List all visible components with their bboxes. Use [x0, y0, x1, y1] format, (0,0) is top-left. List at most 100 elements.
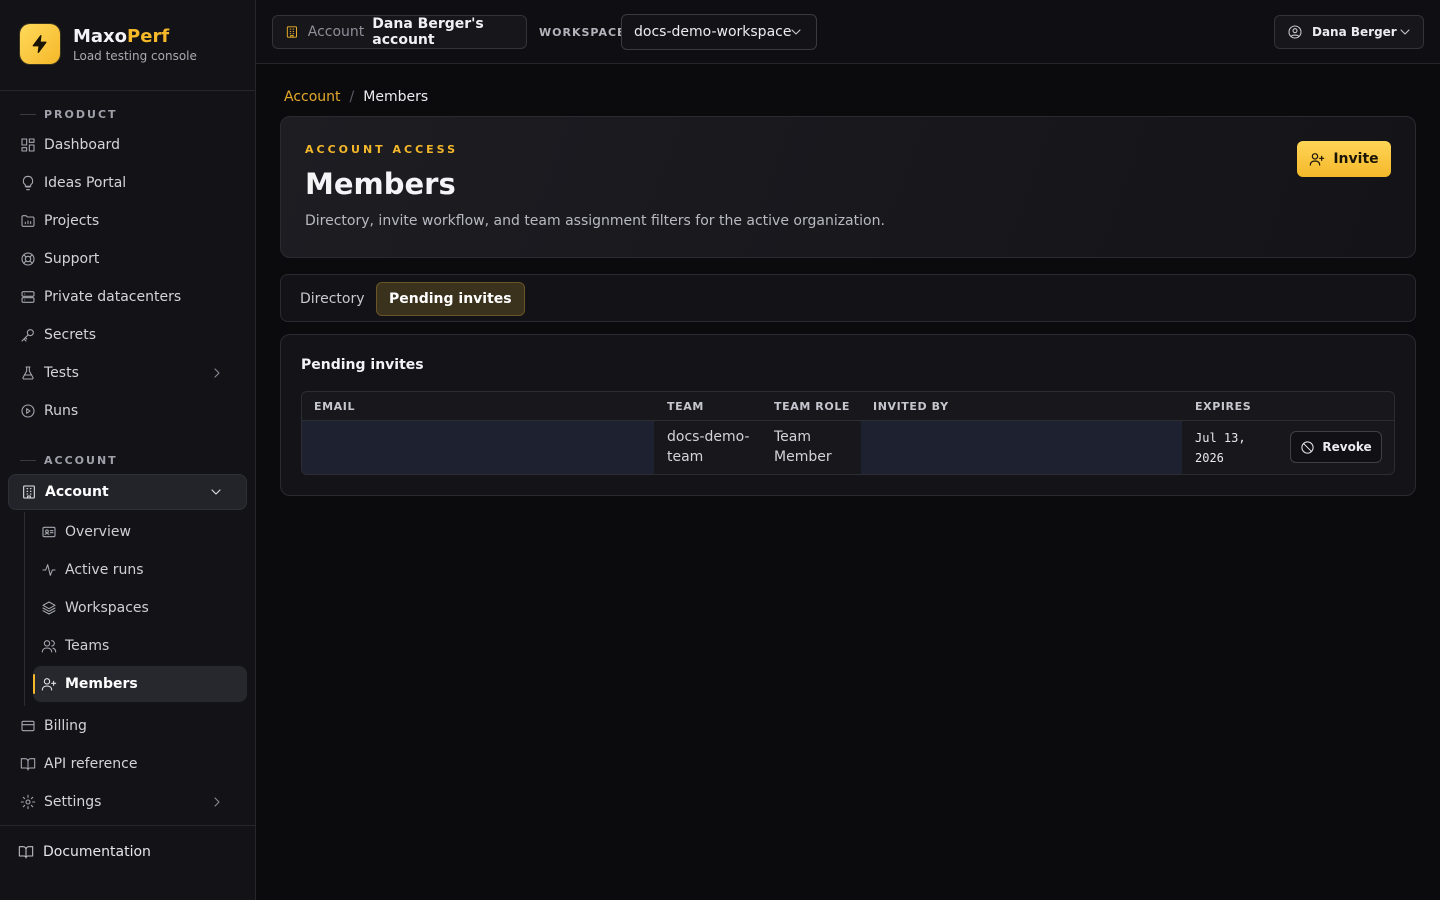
sidebar-item-label: Overview — [65, 524, 131, 540]
layers-icon — [42, 601, 56, 615]
revoke-button[interactable]: Revoke — [1290, 431, 1382, 463]
server-icon — [21, 291, 35, 303]
sidebar-item-label: Secrets — [44, 327, 97, 343]
sidebar-item-label: Workspaces — [65, 600, 149, 616]
user-menu-button[interactable]: Dana Berger — [1274, 15, 1424, 49]
brand[interactable]: MaxoPerf Load testing console — [20, 24, 197, 64]
topbar: Account Dana Berger's account WORKSPACE … — [256, 0, 1440, 64]
sidebar-item-label: Support — [44, 251, 100, 267]
brand-name: MaxoPerf — [73, 25, 170, 47]
sidebar-item-label: Settings — [44, 794, 102, 810]
tab-directory[interactable]: Directory — [288, 282, 377, 316]
sidebar-item-label: Teams — [65, 638, 110, 654]
section-label-account: ACCOUNT — [20, 454, 118, 467]
user-circle-icon — [1288, 25, 1302, 39]
documentation-link[interactable]: Documentation — [18, 844, 151, 860]
play-circle-icon — [21, 404, 35, 418]
folder-icon — [21, 215, 35, 227]
key-icon — [21, 329, 34, 342]
revoke-button-label: Revoke — [1322, 440, 1372, 454]
panel-title: Pending invites — [301, 357, 424, 373]
breadcrumb-separator: / — [349, 89, 355, 105]
sidebar-item-label: Tests — [44, 365, 79, 381]
lightbulb-icon — [22, 175, 34, 191]
chevron-down-icon[interactable] — [208, 484, 224, 500]
sidebar-item-label: Active runs — [65, 562, 144, 578]
tab-pending-invites[interactable]: Pending invites — [376, 282, 525, 316]
divider — [0, 90, 256, 91]
sidebar-item-private-datacenters[interactable]: Private datacenters — [8, 279, 247, 315]
lifebuoy-icon — [21, 252, 35, 266]
cell-team-role: Team Member — [774, 429, 832, 465]
sidebar-item-support[interactable]: Support — [8, 241, 247, 277]
sidebar-item-label: Account — [45, 484, 109, 500]
column-header-team-role: TEAM ROLE — [774, 400, 851, 413]
cell-invited-by — [861, 421, 1182, 474]
sidebar-group-account[interactable]: Account — [8, 474, 247, 510]
credit-card-icon — [21, 720, 35, 732]
column-header-email: EMAIL — [314, 400, 356, 413]
gear-icon — [20, 794, 36, 810]
activity-icon — [42, 564, 56, 576]
sidebar-item-label: Private datacenters — [44, 289, 182, 305]
divider — [0, 825, 256, 826]
sidebar-item-label: Members — [65, 676, 138, 692]
bolt-logo-icon — [20, 24, 60, 64]
sidebar-item-label: Runs — [44, 403, 79, 419]
sidebar-item-teams[interactable]: Teams — [33, 628, 247, 664]
user-plus-icon — [1310, 153, 1325, 166]
sidebar-item-ideas-portal[interactable]: Ideas Portal — [8, 165, 247, 201]
account-name: Dana Berger's account — [372, 16, 484, 48]
sidebar-item-label: Dashboard — [44, 137, 120, 153]
sidebar-item-label: Projects — [44, 213, 100, 229]
chevron-down-icon — [791, 29, 801, 35]
sidebar-item-settings[interactable]: Settings — [8, 784, 247, 820]
breadcrumb-account-link[interactable]: Account — [284, 89, 341, 105]
cell-team: docs-demo-team — [667, 429, 750, 465]
page-header-card: ACCOUNT ACCESS Members Directory, invite… — [280, 116, 1416, 258]
invite-button-label: Invite — [1333, 151, 1379, 167]
breadcrumb: Account / Members — [284, 89, 428, 105]
pending-invites-panel: Pending invites EMAIL TEAM TEAM ROLE INV… — [280, 334, 1416, 496]
invite-button[interactable]: Invite — [1297, 141, 1391, 177]
sidebar-item-secrets[interactable]: Secrets — [8, 317, 247, 353]
book-icon — [20, 758, 36, 771]
sidebar-item-tests[interactable]: Tests — [8, 355, 247, 391]
dashboard-icon — [21, 138, 35, 152]
flask-icon — [22, 366, 34, 380]
page-title: Members — [305, 167, 456, 201]
section-label-product: PRODUCT — [20, 108, 118, 121]
book-icon — [18, 846, 34, 859]
breadcrumb-current: Members — [363, 89, 429, 105]
chevron-right-icon[interactable] — [209, 365, 225, 381]
column-header-team: TEAM — [667, 400, 704, 413]
sidebar-item-label: Billing — [44, 718, 87, 734]
brand-subtitle: Load testing console — [73, 48, 197, 63]
documentation-label: Documentation — [43, 844, 151, 860]
sidebar-item-api-reference[interactable]: API reference — [8, 746, 247, 782]
sidebar-item-active-runs[interactable]: Active runs — [33, 552, 247, 588]
sidebar-item-overview[interactable]: Overview — [33, 514, 247, 550]
column-header-invited-by: INVITED BY — [873, 400, 949, 413]
workspace-value: docs-demo-workspace — [634, 24, 792, 40]
column-header-expires: EXPIRES — [1195, 400, 1252, 413]
page-kicker: ACCOUNT ACCESS — [305, 143, 459, 156]
sidebar: MaxoPerf Load testing console PRODUCT Da… — [0, 0, 256, 900]
building-icon — [23, 485, 35, 499]
submenu-rail — [24, 512, 25, 706]
account-switcher[interactable]: Account Dana Berger's account — [272, 15, 527, 49]
sidebar-item-dashboard[interactable]: Dashboard — [8, 127, 247, 163]
user-plus-icon — [41, 678, 57, 691]
building-icon — [286, 26, 297, 38]
users-icon — [41, 640, 57, 653]
sidebar-item-workspaces[interactable]: Workspaces — [33, 590, 247, 626]
sidebar-item-billing[interactable]: Billing — [8, 708, 247, 744]
sidebar-item-runs[interactable]: Runs — [8, 393, 247, 429]
chevron-right-icon[interactable] — [209, 794, 225, 810]
sidebar-item-members[interactable]: Members — [33, 666, 247, 702]
page-description: Directory, invite workflow, and team ass… — [305, 213, 885, 229]
cell-expires: Jul 13, 2026 — [1195, 431, 1246, 465]
sidebar-item-label: Ideas Portal — [44, 175, 127, 191]
workspace-select[interactable]: docs-demo-workspace — [621, 14, 817, 50]
sidebar-item-projects[interactable]: Projects — [8, 203, 247, 239]
